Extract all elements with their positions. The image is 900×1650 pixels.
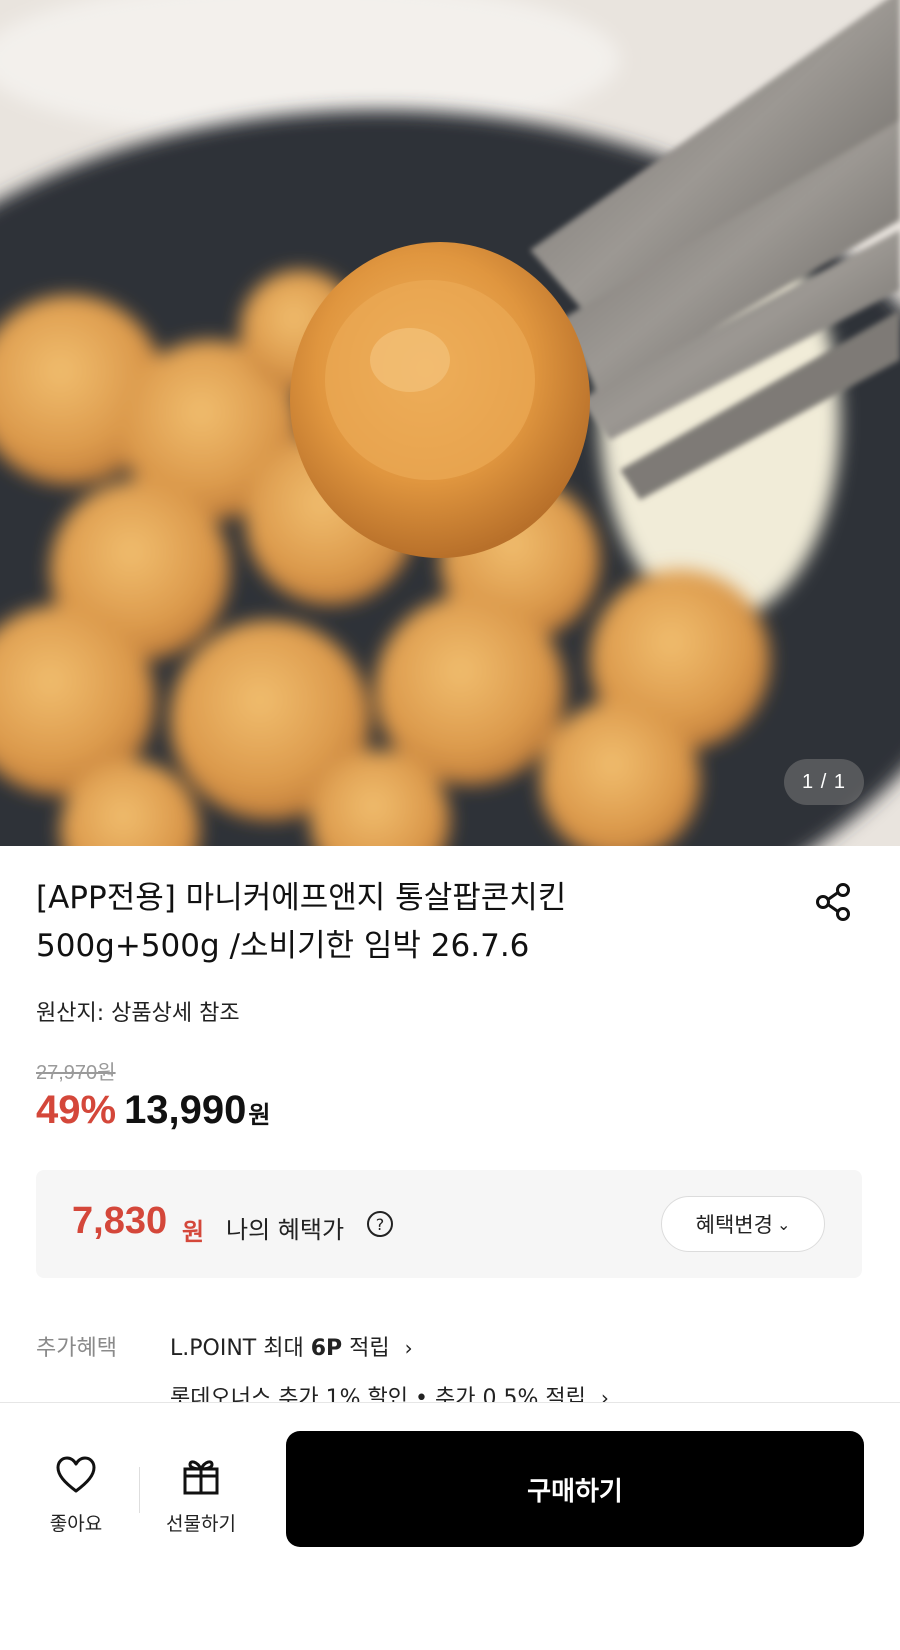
heart-icon <box>56 1456 96 1493</box>
benefit-price-label: 나의 혜택가 <box>226 1216 345 1244</box>
help-icon[interactable]: ? <box>366 1210 394 1238</box>
bottom-action-bar: 좋아요 선물하기 구매하기 <box>0 1402 900 1650</box>
product-title-line-1: [APP전용] 마니커에프앤지 통살팝콘치킨 <box>36 880 567 916</box>
gift-icon <box>183 1460 219 1495</box>
lpoint-prefix: L.POINT 최대 <box>170 1336 311 1361</box>
chevron-down-icon: ⌄ <box>776 1214 791 1234</box>
gift-button[interactable]: 선물하기 <box>146 1453 256 1536</box>
divider <box>139 1467 140 1513</box>
price-row: 49% 13,990 원 <box>36 1088 271 1133</box>
discount-rate: 49% <box>36 1088 117 1132</box>
share-icon <box>816 883 850 921</box>
like-label: 좋아요 <box>49 1513 103 1535</box>
product-image[interactable]: 1 / 1 <box>0 0 900 846</box>
product-photo <box>0 0 900 846</box>
benefit-price-unit: 원 <box>182 1218 205 1246</box>
lpoint-suffix: 적립 <box>342 1336 390 1361</box>
sale-price: 13,990 <box>124 1088 247 1132</box>
lpoint-benefit-link[interactable]: L.POINT 최대 6P 적립 › <box>170 1330 413 1362</box>
original-price: 27,970원 <box>36 1062 116 1084</box>
image-counter: 1 / 1 <box>784 759 864 805</box>
product-title: [APP전용] 마니커에프앤지 통살팝콘치킨 500g+500g /소비기한 임… <box>36 874 736 970</box>
change-benefit-button[interactable]: 혜택변경 ⌄ <box>661 1196 825 1252</box>
sale-price-unit: 원 <box>248 1101 271 1129</box>
lpoint-points: 6P <box>310 1336 343 1361</box>
chevron-right-icon: › <box>404 1336 413 1360</box>
share-button[interactable] <box>812 880 856 924</box>
gift-label: 선물하기 <box>166 1513 236 1535</box>
benefit-price-box: 7,830 원 나의 혜택가 ? 혜택변경 ⌄ <box>36 1170 862 1278</box>
svg-text:?: ? <box>376 1215 385 1234</box>
benefit-price: 7,830 <box>72 1200 168 1242</box>
buy-button[interactable]: 구매하기 <box>286 1431 864 1547</box>
like-button[interactable]: 좋아요 <box>21 1453 131 1536</box>
origin-text: 원산지: 상품상세 참조 <box>36 1001 240 1026</box>
product-title-line-2: 500g+500g /소비기한 임박 26.7.6 <box>36 928 530 964</box>
extra-benefit-label: 추가혜택 <box>36 1336 117 1361</box>
change-benefit-label: 혜택변경 <box>695 1213 773 1237</box>
